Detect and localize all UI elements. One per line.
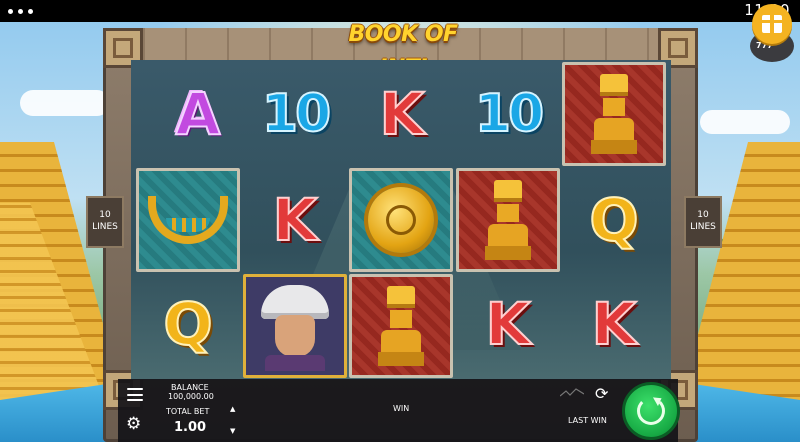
win-label: WIN	[393, 404, 410, 413]
necklace-icon	[148, 196, 228, 244]
symbol-necklace	[136, 168, 240, 272]
idol-icon	[378, 286, 424, 366]
total-bet-value: 1.00	[174, 420, 207, 435]
lines-badge-right: 10 LINES	[684, 196, 722, 248]
symbol-k: K	[272, 186, 319, 254]
signal-dots	[8, 9, 33, 14]
balance-value: 100,000.00	[168, 392, 214, 401]
symbol-idol	[562, 62, 666, 166]
gear-icon[interactable]: ⚙	[126, 416, 141, 433]
symbol-idol	[456, 168, 560, 272]
symbol-k: K	[379, 80, 426, 148]
autoplay-icon[interactable]: ⟳	[595, 386, 608, 402]
symbol-idol	[349, 274, 453, 378]
explorer-icon	[255, 281, 335, 371]
coin-icon	[368, 187, 434, 253]
idol-icon	[485, 180, 531, 260]
cloud	[700, 110, 790, 134]
gift-button[interactable]	[752, 4, 792, 44]
symbol-a: A	[175, 80, 222, 148]
win-history-icon	[560, 388, 584, 397]
bet-decrease-icon[interactable]: ▼	[230, 427, 235, 435]
cloud	[20, 90, 110, 116]
spin-button[interactable]	[622, 382, 680, 440]
lines-count: 10	[697, 210, 709, 220]
lines-badge-left: 10 LINES	[86, 196, 124, 248]
balance-label: BALANCE	[171, 383, 209, 392]
lines-label: LINES	[92, 222, 118, 232]
gift-icon	[762, 15, 782, 33]
menu-icon[interactable]	[127, 388, 143, 401]
game-logo: BOOK OF INTI	[348, 22, 458, 81]
symbol-10: 10	[261, 84, 332, 144]
lines-count: 10	[99, 210, 111, 220]
symbol-k: K	[485, 290, 532, 358]
last-win-label: LAST WIN	[568, 416, 607, 425]
bet-increase-icon[interactable]: ▲	[230, 405, 235, 413]
idol-icon	[591, 74, 637, 154]
symbol-q: Q	[162, 290, 213, 358]
total-bet-label: TOTAL BET	[166, 407, 210, 416]
symbol-k: K	[591, 290, 638, 358]
symbol-coin	[349, 168, 453, 272]
symbol-10: 10	[474, 84, 545, 144]
lines-label: LINES	[690, 222, 716, 232]
symbol-q: Q	[588, 186, 639, 254]
symbol-explorer	[243, 274, 347, 378]
